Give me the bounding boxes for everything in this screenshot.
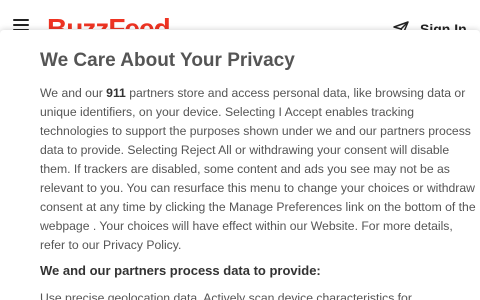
partner-count: 911 [106, 86, 126, 100]
privacy-consent-dialog: We Care About Your Privacy We and our 91… [0, 30, 480, 300]
consent-intro: We and our [40, 86, 107, 100]
purposes-heading: We and our partners process data to prov… [40, 263, 321, 278]
consent-description: We and our 911 partners store and access… [40, 84, 476, 255]
page: BuzzFeed Sign In We Care About Your Priv… [0, 0, 480, 300]
dialog-title: We Care About Your Privacy [40, 50, 295, 71]
purposes-list: Use precise geolocation data. Actively s… [40, 291, 412, 300]
privacy-policy-link[interactable]: Privacy Policy [103, 238, 178, 252]
consent-end: . [177, 238, 182, 252]
brand-logo[interactable]: BuzzFeed [47, 9, 170, 29]
consent-text: partners store and access personal data,… [40, 86, 476, 252]
